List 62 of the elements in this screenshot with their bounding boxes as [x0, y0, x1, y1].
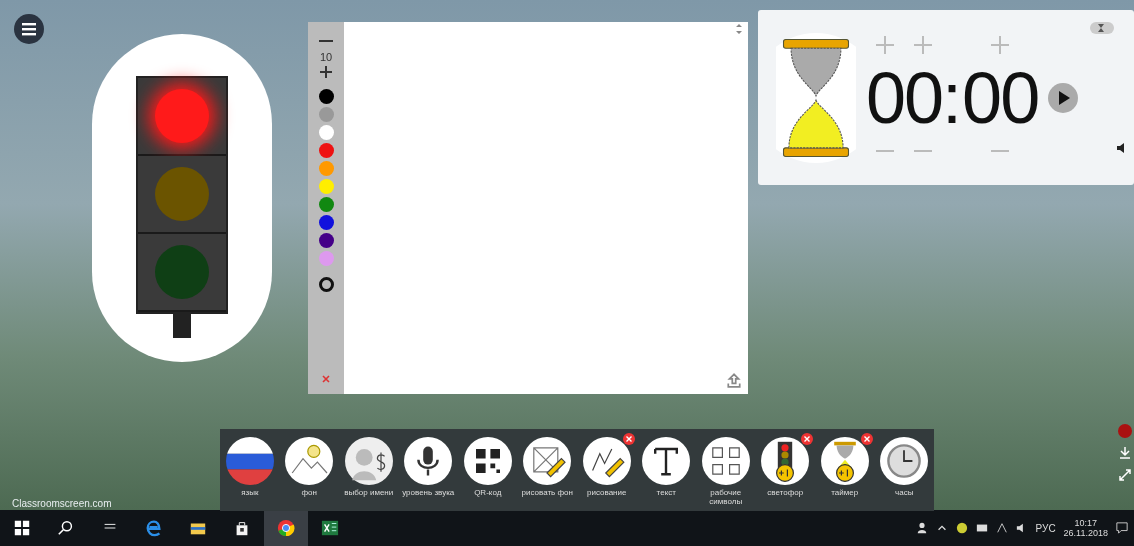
- color-swatch[interactable]: [318, 215, 334, 230]
- notifications-icon[interactable]: [1116, 522, 1128, 534]
- time-digits: 00: [866, 57, 943, 138]
- color-swatch[interactable]: [318, 233, 334, 248]
- color-swatch[interactable]: [318, 161, 334, 176]
- widget-label: фон: [301, 488, 317, 497]
- flag-widget-icon[interactable]: [225, 437, 274, 485]
- time-digits: 00: [962, 57, 1039, 138]
- expand-icon[interactable]: [1118, 468, 1132, 482]
- widget-label: QR-код: [474, 488, 502, 497]
- widget-label: рисовать фон: [521, 488, 573, 497]
- monitor-icon[interactable]: [975, 522, 988, 534]
- color-swatch[interactable]: [318, 179, 334, 194]
- widget-label: текст: [656, 488, 676, 497]
- remove-badge-icon[interactable]: [801, 433, 814, 445]
- start-app-icon[interactable]: [13, 519, 31, 537]
- search-app-icon[interactable]: [57, 519, 75, 537]
- widget-label: язык: [241, 488, 259, 497]
- name-widget-icon[interactable]: [344, 437, 393, 485]
- text-widget-icon[interactable]: [642, 437, 691, 485]
- widget-label: часы: [895, 488, 914, 497]
- remove-badge-icon[interactable]: [622, 433, 635, 445]
- widget-label: таймер: [831, 488, 859, 497]
- color-swatch[interactable]: [318, 143, 334, 158]
- upload-icon[interactable]: [726, 372, 742, 388]
- site-brand: Classroomscreen.com: [12, 498, 112, 509]
- remove-badge-icon[interactable]: [860, 433, 873, 445]
- play-icon[interactable]: [1048, 82, 1079, 113]
- pen-size: 10: [319, 51, 333, 63]
- traffic-widget-icon[interactable]: [761, 437, 810, 485]
- color-swatch[interactable]: [318, 197, 334, 212]
- timer-widget-icon[interactable]: [820, 437, 869, 485]
- eraser-icon[interactable]: [318, 277, 334, 292]
- excel-app-icon[interactable]: [321, 519, 339, 537]
- widget-label: светофор: [767, 488, 804, 497]
- color-swatch[interactable]: [318, 125, 334, 140]
- clock-date: 26.11.2018: [1063, 528, 1108, 538]
- color-swatch[interactable]: [318, 107, 334, 122]
- clock-time: 10:17: [1074, 518, 1098, 528]
- time-separator: :: [942, 57, 963, 138]
- hourglass-icon[interactable]: [1090, 22, 1114, 34]
- menu-icon[interactable]: [14, 14, 44, 44]
- status-dot-icon[interactable]: [955, 522, 968, 534]
- color-swatch[interactable]: [318, 251, 334, 266]
- download-icon[interactable]: [1118, 446, 1132, 460]
- sketch-widget-icon[interactable]: [523, 437, 572, 485]
- widget-label: рисование: [587, 488, 627, 497]
- draw-widget-icon[interactable]: [582, 437, 631, 485]
- qr-widget-icon[interactable]: [463, 437, 512, 485]
- widget-label: выбор имени: [344, 488, 394, 497]
- color-swatch[interactable]: [318, 89, 334, 104]
- keyboard-language[interactable]: РУС: [1035, 522, 1056, 534]
- mic-widget-icon[interactable]: [404, 437, 453, 485]
- symbols-widget-icon[interactable]: [701, 437, 750, 485]
- widget-label: уровень звука: [402, 488, 455, 497]
- edge-app-icon[interactable]: [145, 519, 163, 537]
- resize-icon[interactable]: [734, 24, 744, 34]
- background-widget-icon[interactable]: [285, 437, 334, 485]
- widget-label: рабочие символы: [708, 488, 744, 506]
- chrome-app-icon[interactable]: [277, 519, 295, 537]
- clock-widget-icon[interactable]: [880, 437, 929, 485]
- person-icon[interactable]: [915, 522, 928, 534]
